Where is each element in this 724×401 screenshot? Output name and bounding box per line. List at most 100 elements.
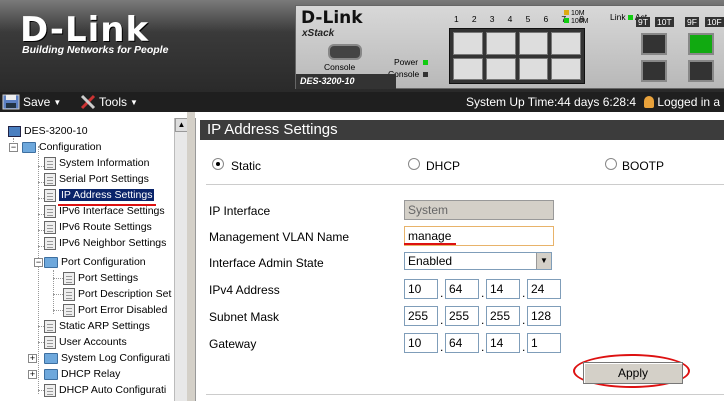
gateway-octet-4[interactable]: 1 <box>527 333 561 353</box>
device-series: xStack <box>302 28 335 39</box>
port-3[interactable] <box>485 32 516 55</box>
tree-item-serial-port-settings[interactable]: Serial Port Settings <box>44 171 149 187</box>
radio-dhcp-label: DHCP <box>426 159 461 173</box>
chevron-down-icon: ▼ <box>53 97 62 107</box>
expand-icon[interactable]: + <box>28 354 37 363</box>
page-icon <box>44 220 56 234</box>
mask-octet-1[interactable]: 255 <box>404 306 438 326</box>
console-led-icon <box>423 72 428 77</box>
system-uptime: System Up Time:44 days 6:28:4 <box>466 95 637 109</box>
tree-item-ipv6-neighbor-settings[interactable]: IPv6 Neighbor Settings <box>44 235 166 251</box>
row-subnet-mask: Subnet Mask 255 . 255 . 255 . 128 <box>206 304 724 328</box>
folder-icon <box>22 141 36 153</box>
tree-item-port-settings[interactable]: Port Settings <box>63 270 138 286</box>
port-5[interactable] <box>518 32 549 55</box>
ipv4-octet-4[interactable]: 24 <box>527 279 561 299</box>
tree-item-system-log-configuration[interactable]: System Log Configurati <box>44 350 170 366</box>
legend-100m: 100M <box>564 18 588 26</box>
folder-icon <box>44 352 58 364</box>
port-10t[interactable] <box>641 60 667 82</box>
tree-item-port-error-disabled[interactable]: Port Error Disabled <box>63 302 167 318</box>
ip-interface-label: IP Interface <box>209 204 271 218</box>
device-brand: D-Link <box>301 8 363 28</box>
admin-state-label: Interface Admin State <box>209 256 324 270</box>
port-6[interactable] <box>518 57 549 80</box>
port-1[interactable] <box>453 32 483 55</box>
tree-item-ipv6-interface-settings[interactable]: IPv6 Interface Settings <box>44 203 165 219</box>
expand-icon[interactable]: + <box>28 370 37 379</box>
ipv4-octet-1[interactable]: 10 <box>404 279 438 299</box>
chevron-down-icon[interactable]: ▼ <box>536 253 551 269</box>
page-icon <box>44 236 56 250</box>
tree-item-dhcp-relay[interactable]: DHCP Relay <box>44 366 120 382</box>
tree-root[interactable]: DES-3200-10 <box>8 123 88 139</box>
page-icon <box>44 335 56 349</box>
page-icon <box>63 271 75 285</box>
port-9t[interactable] <box>641 33 667 55</box>
gateway-octet-3[interactable]: 14 <box>486 333 520 353</box>
collapse-icon[interactable]: − <box>34 258 43 267</box>
collapse-icon[interactable]: − <box>9 143 18 152</box>
page-icon <box>44 188 56 202</box>
sfp-label-10f: 10F <box>705 17 724 27</box>
sfp-label-10t: 10T <box>655 17 674 27</box>
port-number: 4 <box>507 14 513 24</box>
device-model: DES-3200-10 <box>296 74 396 89</box>
tree-item-system-information[interactable]: System Information <box>44 155 149 171</box>
gateway-octet-1[interactable]: 10 <box>404 333 438 353</box>
row-ipv4: IPv4 Address 10 . 64 . 14 . 24 <box>206 277 724 301</box>
save-button[interactable]: Save ▼ <box>2 93 61 111</box>
tree-item-user-accounts[interactable]: User Accounts <box>44 334 127 350</box>
row-admin-state: Interface Admin State Enabled ▼ <box>206 250 724 274</box>
navigation-tree: DES-3200-10 − Configuration System Infor… <box>0 118 173 401</box>
port-9f[interactable] <box>688 33 714 55</box>
ethernet-ports[interactable] <box>449 28 585 84</box>
port-4[interactable] <box>485 57 516 80</box>
port-10f[interactable] <box>688 60 714 82</box>
tools-button-label: Tools <box>99 95 128 109</box>
annotation-underline <box>404 243 456 245</box>
ip-interface-field: System <box>404 200 554 220</box>
gateway-label: Gateway <box>209 337 257 351</box>
tree-scrollbar[interactable]: ▲ <box>174 118 188 401</box>
admin-state-select[interactable]: Enabled ▼ <box>404 252 552 270</box>
ipv4-octet-3[interactable]: 14 <box>486 279 520 299</box>
row-ip-interface: IP Interface System <box>206 198 724 222</box>
port-7[interactable] <box>551 32 581 55</box>
pane-divider[interactable] <box>187 112 195 401</box>
tree-item-port-description-settings[interactable]: Port Description Set <box>63 286 171 302</box>
sfp-label-9t: 9T <box>636 17 650 27</box>
save-button-label: Save <box>23 95 51 109</box>
page-icon <box>44 319 56 333</box>
tree-item-configuration[interactable]: Configuration <box>22 139 101 155</box>
tree-item-static-arp-settings[interactable]: Static ARP Settings <box>44 318 150 334</box>
tools-button[interactable]: Tools ▼ <box>80 93 138 111</box>
legend-10m: 10M <box>564 10 588 18</box>
apply-button[interactable]: Apply <box>583 362 683 384</box>
folder-icon <box>44 256 58 268</box>
main-content: IP Address Settings Static DHCP BOOTP IP… <box>195 118 724 401</box>
user-icon <box>644 96 654 108</box>
radio-dhcp[interactable] <box>408 158 420 170</box>
radio-bootp[interactable] <box>605 158 617 170</box>
port-8[interactable] <box>551 57 581 80</box>
port-2[interactable] <box>453 57 483 80</box>
tree-item-dhcp-auto-configuration[interactable]: DHCP Auto Configurati <box>44 382 166 398</box>
radio-static[interactable] <box>212 158 224 170</box>
tree-item-ipv6-route-settings[interactable]: IPv6 Route Settings <box>44 219 152 235</box>
port-number: 2 <box>471 14 477 24</box>
floppy-disk-icon <box>2 94 20 110</box>
port-number: 1 <box>454 14 459 24</box>
mask-octet-4[interactable]: 128 <box>527 306 561 326</box>
tree-item-port-configuration[interactable]: Port Configuration <box>44 254 146 270</box>
ipv4-octet-2[interactable]: 64 <box>445 279 479 299</box>
mask-octet-3[interactable]: 255 <box>486 306 520 326</box>
row-gateway: Gateway 10 . 64 . 14 . 1 <box>206 331 724 355</box>
device-panel: D-Link xStack Console Power Console DES-… <box>295 5 724 89</box>
folder-icon <box>44 368 58 380</box>
mgmt-vlan-label: Management VLAN Name <box>209 230 350 244</box>
tree-item-ip-address-settings[interactable]: IP Address Settings <box>44 187 155 203</box>
gateway-octet-2[interactable]: 64 <box>445 333 479 353</box>
subnet-mask-label: Subnet Mask <box>209 310 280 324</box>
mask-octet-2[interactable]: 255 <box>445 306 479 326</box>
